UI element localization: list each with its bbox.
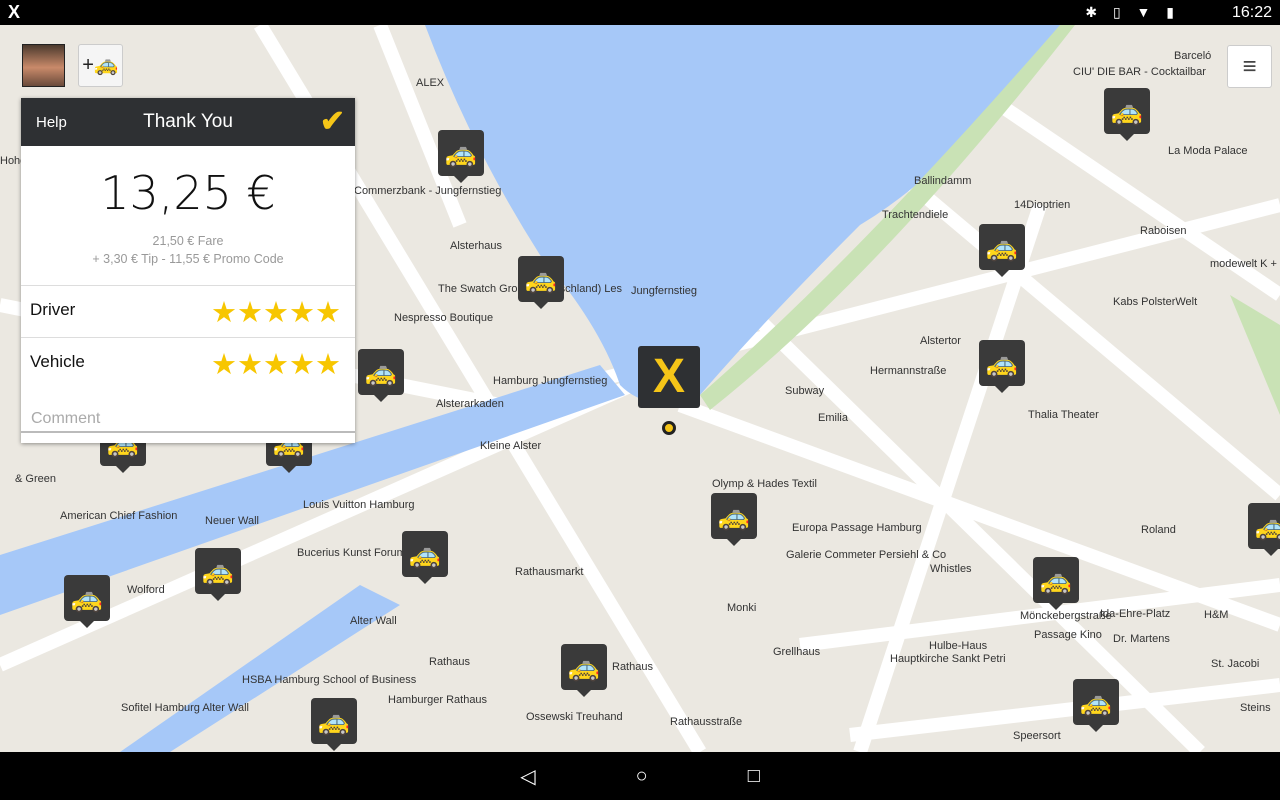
map-label: Alsterarkaden [436,398,504,410]
map-label: Mönckebergstraße [1020,610,1112,622]
map-label: Subway [785,385,825,397]
canal-water [120,585,400,752]
home-icon[interactable]: ○ [636,765,648,788]
map-label: Rathaus [612,661,653,673]
map-label: Hauptkirche Sankt Petri [890,653,1006,665]
map-label: Dr. Martens [1113,633,1170,645]
map-label: Nespresso Boutique [394,312,494,324]
map-label: Speersort [1013,730,1061,742]
map-label: Roland [1141,524,1176,536]
trip-summary-panel: Help Thank You ✔ 13,25 € 21,50 € Fare + … [21,98,355,443]
map-label: Raboisen [1140,225,1187,237]
map-label: CIU' DIE BAR - Cocktailbar [1073,66,1206,78]
map-label: HSBA Hamburg School of Business [242,674,417,686]
back-icon[interactable]: ◁ [520,764,535,789]
map-label: Sofitel Hamburg Alter Wall [121,702,249,714]
map-label: Whistles [930,563,972,575]
add-taxi-button[interactable]: +🚕 [78,44,123,87]
taxi-marker[interactable]: 🚕 [438,130,484,183]
taxi-marker[interactable]: 🚕 [561,644,607,697]
comment-input[interactable]: Comment [31,410,100,428]
taxi-marker[interactable]: 🚕 [64,575,110,628]
map-label: Passage Kino [1034,629,1102,641]
map-label: La Moda Palace [1168,145,1248,157]
taxi-marker[interactable]: 🚕 [311,698,357,751]
driver-avatar[interactable] [22,44,65,87]
map-label: Rathausmarkt [515,566,584,578]
map-label: Hermannstraße [870,365,947,377]
map-label: ALEX [416,77,445,89]
menu-button[interactable]: ≡ [1227,45,1272,88]
total-price: 13,25 € [100,166,276,220]
map-label: Ossewski Treuhand [526,711,623,723]
map-label: Thalia Theater [1028,409,1099,421]
map-label: Commerzbank - Jungfernstieg [354,185,502,197]
taxi-marker[interactable]: 🚕 [518,256,564,309]
map-label: 14Dioptrien [1014,199,1071,211]
binnenalster-water [425,25,1060,403]
taxi-marker[interactable]: 🚕 [979,340,1025,393]
taxi-marker[interactable]: 🚕 [1033,557,1079,610]
taxi-marker[interactable]: 🚕 [402,531,448,584]
status-icons: ✱ ▯ ▼ ▮ [1085,4,1180,20]
map-label: Emilia [818,412,848,424]
map-label: Hamburg Jungfernstieg [493,375,608,387]
map-label: St. Jacobi [1211,658,1260,670]
map-label: Louis Vuitton Hamburg [303,499,415,511]
taxi-marker[interactable]: 🚕 [358,349,404,402]
fare-text: 21,50 € Fare [152,234,224,248]
status-bar: X ✱ ▯ ▼ ▮ 16:22 [0,0,1280,25]
map-label: Trachtendiele [882,209,949,221]
hamburger-icon: ≡ [1242,53,1257,80]
taxi-marker[interactable]: 🚕 [1104,88,1150,141]
map-label: Hulbe-Haus [929,640,988,652]
taxi-marker[interactable]: 🚕 [979,224,1025,277]
pickup-pin-marker[interactable]: X [638,346,700,408]
map-label: Alstertor [920,335,961,347]
confirm-check-icon[interactable]: ✔ [320,104,345,139]
map-label: Alter Wall [350,615,397,627]
vehicle-label: Vehicle [30,352,85,371]
comment-underline [21,431,355,433]
map-label: Steins [1240,702,1271,714]
driver-star-rating[interactable]: ★★★★★ [211,295,341,330]
vehicle-rating-row: Vehicle ★★★★★ [21,337,355,389]
clock: 16:22 [1231,4,1272,21]
map-label: modewelt K + J GbR Modegeschäft [1210,258,1280,270]
navigation-bar: ◁ ○ □ [0,752,1280,800]
map-label: Galerie Commeter Persiehl & Co [786,549,947,561]
panel-header: Help Thank You ✔ [21,98,355,146]
adjustments-text: + 3,30 € Tip - 11,55 € Promo Code [92,252,284,266]
taxi-marker[interactable]: 🚕 [195,548,241,601]
map-label: Jungfernstieg [631,285,698,297]
recents-icon[interactable]: □ [748,765,760,788]
map-label: American Chief Fashion [60,510,178,522]
map-label: Kleine Alster [480,440,542,452]
map-label: Rathausstraße [670,716,743,728]
map-label: Rathaus [429,656,470,668]
map-label: Grellhaus [773,646,821,658]
driver-rating-row: Driver ★★★★★ [21,285,355,337]
map-label: Olymp & Hades Textil [712,478,817,490]
taxi-marker[interactable]: 🚕 [1248,503,1280,556]
panel-title: Thank You [143,111,233,132]
map-label: & Green [15,473,56,485]
map-label: Monki [727,602,757,614]
map-label: Ballindamm [914,175,972,187]
map-label: Europa Passage Hamburg [792,522,922,534]
map-label: H&M [1204,609,1229,621]
map-label: Hamburger Rathaus [388,694,488,706]
vehicle-star-rating[interactable]: ★★★★★ [211,347,341,382]
taxi-marker[interactable]: 🚕 [711,493,757,546]
map-label: Bucerius Kunst Forum [297,547,406,559]
map-label: Wolford [127,584,165,596]
map-label: Kabs PolsterWelt [1113,296,1198,308]
map-label: Alsterhaus [450,240,502,252]
app-logo-icon: X [8,2,21,22]
driver-label: Driver [30,300,76,319]
current-location-dot [662,421,676,435]
map-label: Barceló [1174,50,1212,62]
map-label: Neuer Wall [205,515,259,527]
taxi-marker[interactable]: 🚕 [1073,679,1119,732]
